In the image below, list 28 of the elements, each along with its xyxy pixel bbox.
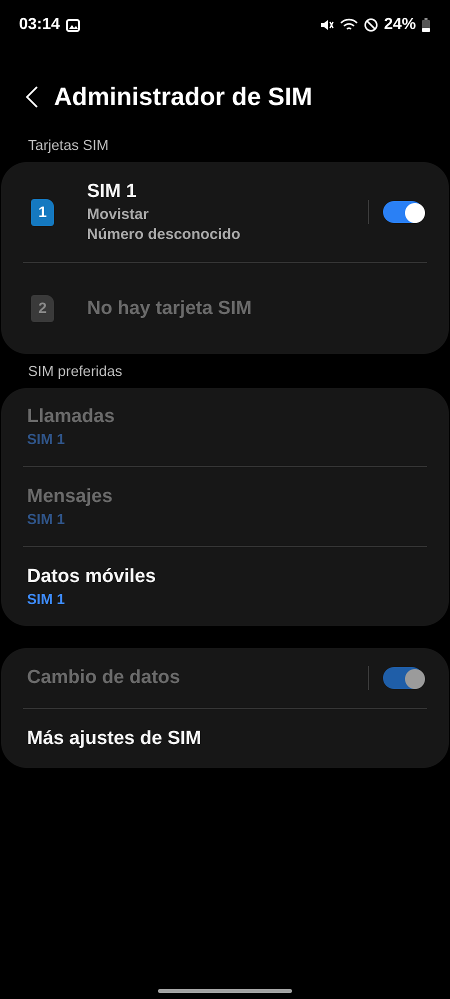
switch-title: Cambio de datos bbox=[27, 667, 182, 689]
section-label: Tarjetas SIM bbox=[27, 137, 110, 156]
sim-title: SIM 1 bbox=[87, 181, 138, 203]
sim-detail: Número desconocido bbox=[87, 226, 242, 243]
toggle-switch[interactable] bbox=[383, 201, 423, 223]
sim-card-icon: 1 bbox=[31, 198, 54, 226]
preference-title: Datos móviles bbox=[27, 566, 157, 588]
mute-icon bbox=[320, 18, 334, 32]
settings-link[interactable]: Más ajustes de SIM bbox=[23, 708, 427, 768]
sim-detail: Movistar bbox=[87, 206, 150, 223]
preference-row[interactable]: Datos móviles SIM 1 bbox=[23, 546, 427, 626]
preference-value: SIM 1 bbox=[27, 512, 66, 528]
clock: 03:14 bbox=[19, 16, 60, 34]
preference-value: SIM 1 bbox=[27, 432, 66, 448]
gallery-icon bbox=[66, 18, 80, 32]
battery-icon bbox=[422, 18, 430, 32]
sim-row[interactable]: 1 SIM 1 Movistar Número desconocido bbox=[1, 162, 449, 262]
page-title: Administrador de SIM bbox=[54, 82, 312, 112]
wifi-icon bbox=[340, 18, 358, 32]
back-button[interactable] bbox=[26, 86, 38, 108]
section-label: SIM preferidas bbox=[27, 363, 124, 382]
preference-title: Llamadas bbox=[27, 406, 116, 428]
sim-title: No hay tarjeta SIM bbox=[87, 298, 253, 320]
preference-title: Mensajes bbox=[27, 486, 114, 508]
sim-card-icon: 2 bbox=[31, 295, 54, 322]
battery-percentage: 24% bbox=[384, 16, 416, 34]
blocked-icon bbox=[364, 18, 378, 32]
preference-value: SIM 1 bbox=[27, 592, 66, 608]
